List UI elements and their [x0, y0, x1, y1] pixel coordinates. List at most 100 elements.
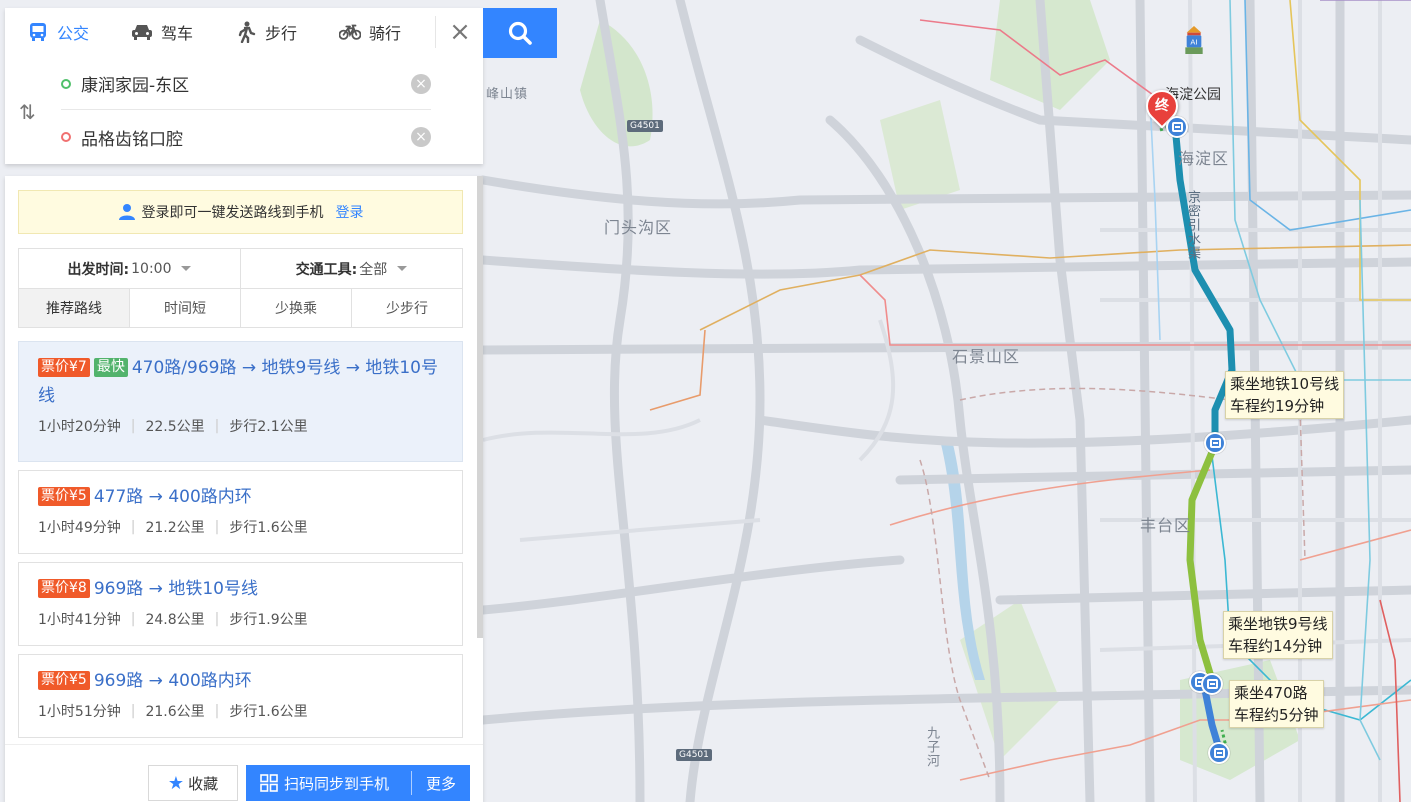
route-distance: 22.5公里	[145, 419, 205, 435]
fastest-badge: 最快	[93, 358, 128, 377]
route-distance: 21.2公里	[145, 520, 205, 536]
callout-line: 乘坐470路	[1234, 684, 1308, 702]
tab-cycle[interactable]: 骑行	[325, 8, 429, 56]
map-label-mentougou: 门头沟区	[604, 218, 673, 237]
results-scrollbar[interactable]	[477, 176, 483, 638]
close-icon[interactable]: ×	[435, 16, 473, 48]
route-option[interactable]: 票价¥5 477路 → 400路内环 1小时49分钟 | 21.2公里 | 步行1.6…	[18, 470, 463, 554]
route-duration: 1小时49分钟	[38, 520, 121, 536]
callout-duration: 车程约14分钟	[1228, 637, 1323, 655]
tab-label: 驾车	[161, 24, 194, 43]
end-marker-label: 终	[1155, 98, 1169, 114]
route-distance: 21.6公里	[145, 704, 205, 720]
map-label-jiuzi: 九子河	[924, 726, 939, 768]
sort-tab-shortest-time[interactable]: 时间短	[129, 289, 240, 327]
end-input-value[interactable]: 品格齿铭口腔	[81, 125, 411, 150]
chevron-down-icon	[397, 266, 408, 271]
search-icon	[508, 21, 532, 45]
highway-shield: G4501	[676, 749, 712, 761]
route-duration: 1小时20分钟	[38, 419, 121, 435]
login-tip: 登录即可一键发送路线到手机 登录	[18, 190, 463, 234]
route-duration: 1小时41分钟	[38, 612, 121, 628]
route-search-box: 公交 驾车 步行 骑行 × ⇅ 康润家园-东区 × 品格齿铭口腔 ×	[5, 8, 483, 164]
user-icon	[118, 204, 135, 220]
tab-transit[interactable]: 公交	[13, 8, 117, 56]
sort-tab-recommended[interactable]: 推荐路线	[19, 289, 129, 327]
route-duration: 1小时51分钟	[38, 704, 121, 720]
bus-stop-icon[interactable]	[1204, 432, 1226, 454]
transport-type-select[interactable]: 交通工具: 全部	[240, 249, 462, 288]
map-label-shijingshan: 石景山区	[952, 347, 1021, 366]
swap-icon[interactable]: ⇅	[19, 100, 36, 124]
scan-sync-button[interactable]: 扫码同步到手机 更多	[246, 765, 470, 801]
car-icon	[131, 21, 153, 43]
bus-icon	[27, 21, 49, 43]
route-title: 969路 → 400路内环	[93, 671, 252, 691]
callout-line: 乘坐地铁9号线	[1228, 615, 1328, 633]
clear-start-icon[interactable]: ×	[411, 73, 431, 94]
search-button[interactable]	[483, 8, 557, 58]
departure-time-select[interactable]: 出发时间: 10:00	[19, 249, 240, 288]
segment-callout: 乘坐地铁9号线 车程约14分钟	[1223, 611, 1333, 659]
route-results-panel[interactable]: 登录即可一键发送路线到手机 登录 出发时间: 10:00 交通工具: 全部 推荐…	[5, 176, 483, 802]
star-icon: ★	[167, 772, 185, 794]
end-input[interactable]: 品格齿铭口腔 ×	[61, 111, 431, 163]
clear-end-icon[interactable]: ×	[411, 127, 431, 147]
temple-icon: AI	[1185, 26, 1203, 54]
price-badge: 票价¥7	[38, 358, 90, 377]
tab-walk[interactable]: 步行	[221, 8, 325, 56]
callout-duration: 车程约19分钟	[1230, 397, 1325, 415]
route-filters: 出发时间: 10:00 交通工具: 全部 推荐路线 时间短 少换乘 少步行	[18, 248, 463, 328]
tab-label: 步行	[265, 24, 298, 43]
tab-label: 骑行	[369, 24, 402, 43]
price-badge: 票价¥5	[38, 671, 90, 690]
map-label-river: 京密引水渠	[1185, 190, 1200, 260]
route-title: 477路 → 400路内环	[93, 487, 252, 507]
route-distance: 24.8公里	[145, 612, 205, 628]
route-walk-distance: 步行1.6公里	[229, 704, 308, 720]
price-badge: 票价¥8	[38, 579, 90, 598]
transport-type-label: 交通工具:	[295, 261, 358, 278]
map-label-town: 峰山镇	[486, 87, 529, 102]
map-label-haidian: 海淀区	[1178, 149, 1230, 168]
end-dot-icon	[61, 132, 71, 142]
departure-time-label: 出发时间:	[67, 261, 130, 278]
chevron-down-icon	[181, 266, 192, 271]
transport-type-value: 全部	[359, 261, 388, 278]
route-option[interactable]: 票价¥7 最快 470路/969路 → 地铁9号线 → 地铁10号线 1小时20分钟…	[18, 341, 463, 462]
travel-mode-tabs: 公交 驾车 步行 骑行	[5, 8, 483, 56]
bike-icon	[339, 21, 361, 43]
bottom-action-bar: ★ 收藏 扫码同步到手机 更多	[5, 744, 483, 802]
route-walk-distance: 步行1.6公里	[229, 520, 308, 536]
start-input-value[interactable]: 康润家园-东区	[81, 71, 411, 96]
segment-callout: 乘坐470路 车程约5分钟	[1229, 680, 1324, 728]
bus-stop-icon[interactable]	[1166, 116, 1188, 138]
tab-drive[interactable]: 驾车	[117, 8, 221, 56]
sort-tab-fewer-transfers[interactable]: 少换乘	[240, 289, 351, 327]
segment-callout: 乘坐地铁10号线 车程约19分钟	[1225, 371, 1345, 419]
bus-stop-icon[interactable]	[1208, 742, 1230, 764]
departure-time-value: 10:00	[131, 260, 172, 277]
start-dot-icon	[61, 78, 71, 89]
callout-duration: 车程约5分钟	[1234, 706, 1319, 724]
bus-stop-icon[interactable]	[1201, 673, 1223, 695]
login-tip-text: 登录即可一键发送路线到手机	[141, 205, 324, 221]
callout-line: 乘坐地铁10号线	[1230, 375, 1340, 393]
map-label-fengtai: 丰台区	[1140, 516, 1192, 535]
tab-label: 公交	[57, 24, 90, 43]
scan-sync-label: 扫码同步到手机	[284, 774, 390, 793]
favorite-button[interactable]: ★ 收藏	[148, 765, 238, 801]
poi-badge-label: AI	[1190, 38, 1197, 47]
qr-code-icon	[260, 774, 278, 792]
favorite-label: 收藏	[188, 774, 219, 793]
highway-shield: G4501	[627, 120, 663, 132]
start-input[interactable]: 康润家园-东区 ×	[61, 58, 431, 110]
sort-tab-less-walking[interactable]: 少步行	[351, 289, 462, 327]
route-option[interactable]: 票价¥5 969路 → 400路内环 1小时51分钟 | 21.6公里 | 步行1.6…	[18, 654, 463, 738]
route-option[interactable]: 票价¥8 969路 → 地铁10号线 1小时41分钟 | 24.8公里 | 步行1.9…	[18, 562, 463, 646]
price-badge: 票价¥5	[38, 487, 90, 506]
walk-icon	[235, 21, 257, 43]
login-link[interactable]: 登录	[336, 202, 364, 222]
more-button[interactable]: 更多	[412, 773, 470, 794]
route-walk-distance: 步行1.9公里	[229, 612, 308, 628]
